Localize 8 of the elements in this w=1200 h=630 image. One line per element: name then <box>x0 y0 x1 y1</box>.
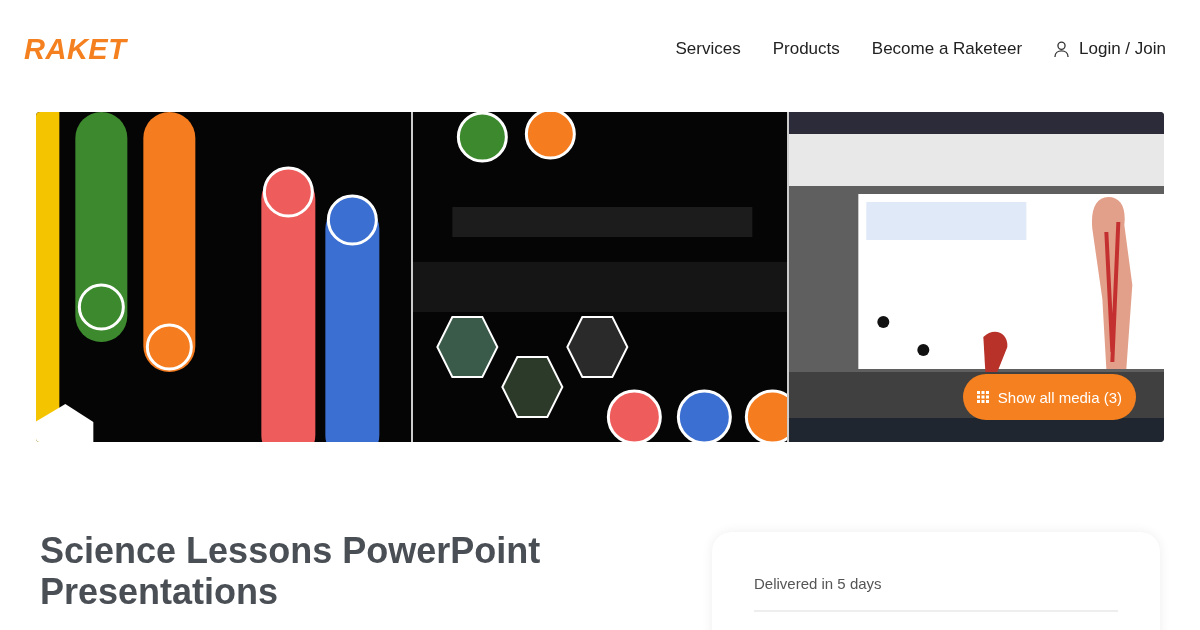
nav-link[interactable]: Services <box>675 39 741 59</box>
nav-link[interactable]: Products <box>772 39 840 59</box>
delivery-time: Delivered in 5 days <box>754 575 883 592</box>
login-link[interactable]: Login / Join <box>1054 39 1166 59</box>
nav-link[interactable]: Become a Raketeer <box>871 39 1023 59</box>
user-icon <box>1054 40 1070 58</box>
page-title: Science Lessons PowerPoint Presentations <box>40 530 542 614</box>
grid-icon <box>976 391 989 403</box>
